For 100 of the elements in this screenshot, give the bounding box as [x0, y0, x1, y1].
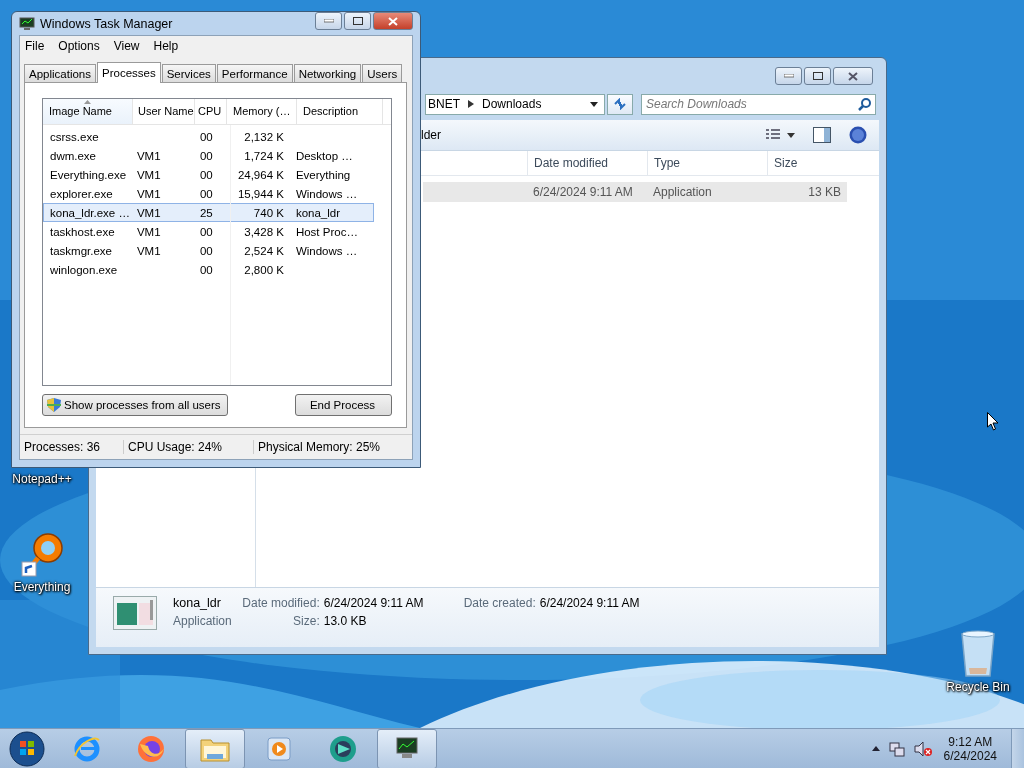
table-cell-text: Everything.exe — [49, 168, 128, 181]
date-cell-text: 6/24/2024 9:11 AM — [532, 185, 634, 199]
refresh-icon — [613, 98, 627, 110]
dropdown-arrow-icon[interactable] — [590, 101, 598, 107]
clock-time[interactable]: 9:12 AM — [948, 734, 993, 749]
table-cell-text: 25 — [198, 206, 214, 219]
minimize-button[interactable] — [775, 67, 802, 85]
table-cell-text: taskmgr.exe — [49, 244, 113, 257]
maximize-icon — [812, 72, 823, 80]
tab[interactable]: Users — [362, 64, 403, 82]
search-icon[interactable] — [858, 97, 871, 111]
maximize-icon — [352, 17, 363, 25]
table-cell-text: 00 — [198, 263, 214, 276]
clock-date[interactable]: 6/24/2024 — [943, 748, 997, 763]
mouse-pointer-icon — [987, 412, 999, 431]
close-icon — [848, 71, 858, 81]
table-cell-text: 00 — [198, 149, 214, 162]
type-cell-text: Application — [652, 185, 713, 199]
column-header[interactable]: CPU — [195, 99, 227, 124]
file-row[interactable]: 6/24/2024 9:11 AM Application 13 KB — [423, 182, 847, 202]
start-button[interactable] — [9, 730, 45, 767]
end-process-button[interactable]: End Process — [295, 394, 392, 416]
table-cell-text: 00 — [198, 130, 214, 143]
taskbar-button[interactable] — [377, 728, 437, 768]
process-row[interactable]: csrss.exe 00 2,132 K — [43, 127, 374, 146]
field-value: 13.0 KB — [323, 614, 368, 628]
desktop-icon-label[interactable]: Notepad++ — [10, 472, 74, 486]
tab[interactable]: Applications — [24, 64, 96, 82]
column-header[interactable]: Date modified — [527, 151, 647, 175]
view-list-icon[interactable] — [765, 128, 781, 142]
show-all-processes-button[interactable]: Show processes from all users — [42, 394, 228, 416]
column-header[interactable]: Image Name — [43, 99, 133, 124]
process-row[interactable]: kona_ldr.exe … VM1 25 740 K kona_ldr — [43, 203, 374, 222]
table-cell-text: 2,132 K — [243, 130, 285, 143]
menu-item[interactable]: Help — [153, 38, 179, 53]
column-header[interactable]: Size — [767, 151, 847, 175]
column-header[interactable]: Memory (… — [227, 99, 297, 124]
tab[interactable]: Processes — [97, 62, 161, 83]
table-cell-text: Windows … — [294, 187, 359, 200]
tab[interactable]: Networking — [293, 64, 362, 82]
play-icon — [266, 735, 292, 762]
table-cell-text: 3,428 K — [243, 225, 285, 238]
status-text: CPU Usage: 24% — [124, 440, 254, 454]
menu-item[interactable]: File — [25, 38, 45, 53]
maximize-button[interactable] — [344, 12, 371, 30]
sort-caret-icon — [83, 100, 91, 104]
table-cell-text: VM1 — [135, 225, 162, 238]
table-cell-text: winlogon.exe — [49, 263, 119, 276]
address-bar[interactable]: BNET Downloads — [425, 93, 605, 115]
close-button[interactable] — [373, 12, 413, 30]
refresh-button[interactable] — [607, 93, 633, 115]
close-button[interactable] — [833, 67, 873, 85]
menu-item[interactable]: View — [113, 38, 140, 53]
size-cell-text: 13 KB — [807, 185, 842, 199]
process-row[interactable]: Everything.exe VM1 00 24,964 K Everything — [43, 165, 374, 184]
table-cell-text: VM1 — [135, 168, 162, 181]
process-row[interactable]: dwm.exe VM1 00 1,724 K Desktop … — [43, 146, 374, 165]
minimize-button[interactable] — [315, 12, 342, 30]
table-cell-text: 00 — [198, 168, 214, 181]
column-header[interactable]: User Name — [133, 99, 195, 124]
field-label: Date created: — [462, 596, 536, 610]
breadcrumb-item[interactable]: BNET — [428, 97, 460, 111]
table-cell-text: taskhost.exe — [49, 225, 116, 238]
table-cell-text: Desktop … — [294, 149, 354, 162]
process-row[interactable]: taskmgr.exe VM1 00 2,524 K Windows … — [43, 241, 374, 260]
table-cell-text: VM1 — [135, 149, 162, 162]
process-row[interactable]: winlogon.exe 00 2,800 K — [43, 260, 374, 279]
network-icon[interactable] — [888, 740, 905, 757]
preview-pane-icon[interactable] — [813, 127, 831, 143]
column-header[interactable]: Type — [647, 151, 767, 175]
toolbar-button[interactable]: lder — [421, 128, 441, 142]
process-row[interactable]: taskhost.exe VM1 00 3,428 K Host Proc… — [43, 222, 374, 241]
table-cell-text: 15,944 K — [236, 187, 285, 200]
breadcrumb-item[interactable]: Downloads — [482, 97, 542, 111]
table-cell-text: Everything — [294, 168, 352, 181]
maximize-button[interactable] — [804, 67, 831, 85]
table-cell-text: VM1 — [135, 187, 162, 200]
table-cell-text: 740 K — [252, 206, 285, 219]
process-row[interactable]: explorer.exe VM1 00 15,944 K Windows … — [43, 184, 374, 203]
table-cell-text: dwm.exe — [49, 149, 98, 162]
shield-icon — [47, 398, 61, 412]
tab[interactable]: Performance — [216, 64, 293, 82]
field-label: Date modified: — [241, 596, 320, 610]
field-value: 6/24/2024 9:11 AM — [323, 596, 425, 610]
file-type: Application — [173, 614, 232, 628]
breadcrumb-arrow-icon — [468, 100, 474, 108]
show-hidden-icons-icon[interactable] — [871, 746, 880, 751]
table-cell-text: Windows … — [294, 244, 359, 257]
table-cell-text: Host Proc… — [294, 225, 359, 238]
table-cell-text: csrss.exe — [49, 130, 100, 143]
trash-bin-icon[interactable] — [958, 630, 998, 678]
speaker-icon[interactable] — [913, 740, 932, 757]
dropdown-arrow-icon[interactable] — [787, 132, 795, 138]
search-field[interactable]: Search Downloads — [641, 93, 876, 115]
table-cell-text: VM1 — [135, 206, 162, 219]
tab[interactable]: Services — [161, 64, 216, 82]
menu-item[interactable]: Options — [58, 38, 100, 53]
field-value: 6/24/2024 9:11 AM — [539, 596, 640, 610]
close-icon — [388, 16, 398, 26]
column-header[interactable]: Description — [297, 99, 383, 124]
